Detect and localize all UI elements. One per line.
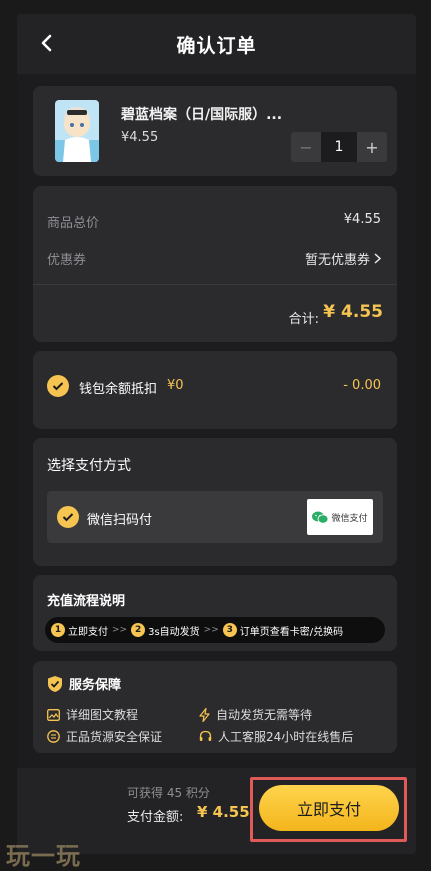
wallet-deduction: - 0.00 xyxy=(343,378,381,393)
flow-step: 3 订单页查看卡密/兑换码 xyxy=(222,623,344,638)
product-thumbnail xyxy=(55,100,99,162)
coupon-label: 优惠券 xyxy=(47,253,87,268)
service-header: 服务保障 xyxy=(47,674,121,693)
flow-step: 1 立即支付 xyxy=(51,623,108,638)
wallet-balance: ¥0 xyxy=(167,378,184,393)
step-separator: >> xyxy=(112,625,128,635)
service-item: 正品货源安全保证 xyxy=(47,728,162,745)
checkmark-icon[interactable] xyxy=(47,375,69,397)
coupon-value: 暂无优惠券 xyxy=(304,253,370,268)
step-label: 3s自动发货 xyxy=(148,626,200,638)
quantity-stepper: − 1 + xyxy=(291,132,387,162)
price-summary-card: 商品总价 ¥4.55 优惠券 暂无优惠券 合计: ¥ 4.55 xyxy=(33,186,397,342)
page-title: 确认订单 xyxy=(176,34,257,57)
watermark-logo: 玩一玩 xyxy=(6,842,81,870)
decrease-button[interactable]: − xyxy=(291,132,321,162)
pay-amount-label: 支付金额: xyxy=(127,810,184,825)
product-card: 碧蓝档案（日/国际服）... ¥4.55 − 1 + xyxy=(33,86,397,176)
chevron-left-icon xyxy=(41,34,52,52)
coupon-selector[interactable]: 暂无优惠券 xyxy=(305,249,381,268)
service-item: 自动发货无需等待 xyxy=(199,706,312,723)
back-button[interactable] xyxy=(35,32,57,54)
step-label: 立即支付 xyxy=(68,626,108,638)
recharge-flow-card: 充值流程说明 1 立即支付 >> 2 3s自动发货 >> 3 订单页查看卡密/兑… xyxy=(33,575,397,651)
payment-title: 选择支付方式 xyxy=(47,458,131,474)
total-value: ¥ 4.55 xyxy=(323,302,383,322)
flow-step: 2 3s自动发货 xyxy=(131,623,200,638)
pay-amount: ¥ 4.55 xyxy=(197,803,250,821)
subtotal-label: 商品总价 xyxy=(47,216,100,231)
phone-screen: 确认订单 碧蓝档案（日/国际服）... ¥4.55 − 1 + 商品总价 ¥4. xyxy=(17,14,416,854)
subtotal-value: ¥4.55 xyxy=(343,212,381,227)
checkmark-icon xyxy=(57,506,79,528)
flow-title: 充值流程说明 xyxy=(47,594,126,609)
verified-badge-icon xyxy=(47,730,60,743)
product-name: 碧蓝档案（日/国际服）... xyxy=(121,107,283,123)
increase-button[interactable]: + xyxy=(357,132,387,162)
service-guarantee-card: 服务保障 详细图文教程 自动发货无需等待 正品货源安全保证 人工客服24小时在线… xyxy=(33,661,397,753)
payment-option-label: 微信扫码付 xyxy=(87,513,153,528)
divider xyxy=(33,284,397,285)
payment-method-card: 选择支付方式 微信扫码付 微信支付 xyxy=(33,438,397,566)
wechat-icon xyxy=(312,511,329,524)
points-info: 可获得 45 积分 xyxy=(127,786,210,800)
total-label: 合计: xyxy=(288,312,319,327)
wechat-pay-logo: 微信支付 xyxy=(307,499,373,535)
wallet-label: 钱包余额抵扣 xyxy=(79,382,158,397)
headset-icon xyxy=(199,730,212,741)
wechat-pay-logo-text: 微信支付 xyxy=(331,513,368,524)
payment-option-wechat[interactable]: 微信扫码付 微信支付 xyxy=(47,491,383,543)
service-title: 服务保障 xyxy=(69,678,122,693)
step-number: 1 xyxy=(51,623,65,637)
shield-icon xyxy=(48,675,62,692)
product-price: ¥4.55 xyxy=(121,130,159,145)
wallet-card[interactable]: 钱包余额抵扣 ¥0 - 0.00 xyxy=(33,351,397,429)
step-number: 2 xyxy=(131,623,146,637)
lightning-icon xyxy=(199,707,210,722)
step-label: 订单页查看卡密/兑换码 xyxy=(239,626,344,638)
image-icon xyxy=(47,708,60,721)
flow-steps: 1 立即支付 >> 2 3s自动发货 >> 3 订单页查看卡密/兑换码 xyxy=(45,617,385,643)
chevron-right-icon xyxy=(374,253,381,264)
step-number: 3 xyxy=(222,623,237,637)
pay-now-button[interactable]: 立即支付 xyxy=(259,785,399,831)
header-bar: 确认订单 xyxy=(17,14,416,74)
quantity-value[interactable]: 1 xyxy=(321,132,357,162)
service-item: 人工客服24小时在线售后 xyxy=(199,728,353,745)
service-item: 详细图文教程 xyxy=(47,706,138,723)
step-separator: >> xyxy=(203,625,219,635)
